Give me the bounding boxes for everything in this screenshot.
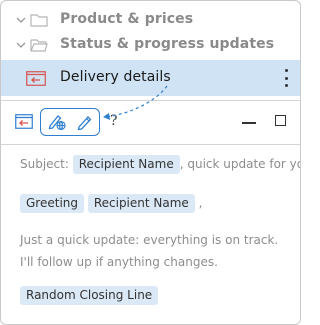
help-icon[interactable]: ? <box>110 113 118 129</box>
subject-prefix: Subject: <box>20 157 69 171</box>
placeholder-chip[interactable]: Recipient Name <box>72 155 180 174</box>
body-line: I'll follow up if anything changes. <box>20 255 218 269</box>
closing-line: Random Closing Line <box>20 286 159 305</box>
tree-item-label: Delivery details <box>60 69 171 85</box>
template-arrow-icon <box>26 71 46 86</box>
placeholder-chip[interactable]: Greeting <box>20 194 84 213</box>
chevron-down-icon[interactable] <box>15 14 27 26</box>
insert-template-icon[interactable] <box>15 114 33 129</box>
folder-icon <box>30 14 48 27</box>
tree-item-status-updates[interactable]: Status & progress updates <box>1 30 300 60</box>
divider <box>1 100 300 101</box>
maximize-icon[interactable] <box>275 115 286 126</box>
more-vertical-icon[interactable] <box>282 69 290 87</box>
body-line: Just a quick update: everything is on tr… <box>20 233 279 247</box>
tree-item-delivery-details[interactable]: Delivery details <box>1 60 300 96</box>
chevron-down-icon[interactable] <box>15 39 27 51</box>
subject-suffix: , quick update for you <box>179 157 301 171</box>
greeting-line: Greeting Recipient Name , <box>20 194 202 213</box>
divider <box>1 144 300 145</box>
greeting-suffix: , <box>198 196 203 210</box>
subject-line: Subject: Recipient Name, quick update fo… <box>20 155 301 174</box>
edit-tools-group <box>40 108 100 136</box>
edit-globe-icon[interactable] <box>47 113 67 131</box>
pencil-icon[interactable] <box>76 113 94 131</box>
tree-item-label: Product & prices <box>60 11 194 27</box>
tree-item-label: Status & progress updates <box>60 36 275 52</box>
placeholder-chip[interactable]: Random Closing Line <box>20 286 159 305</box>
folder-open-icon <box>30 39 48 52</box>
placeholder-chip[interactable]: Recipient Name <box>87 194 195 213</box>
editor-toolbar: ? <box>1 108 300 138</box>
minimize-icon[interactable] <box>242 122 256 124</box>
template-panel: Product & prices Status & progress updat… <box>0 0 301 325</box>
